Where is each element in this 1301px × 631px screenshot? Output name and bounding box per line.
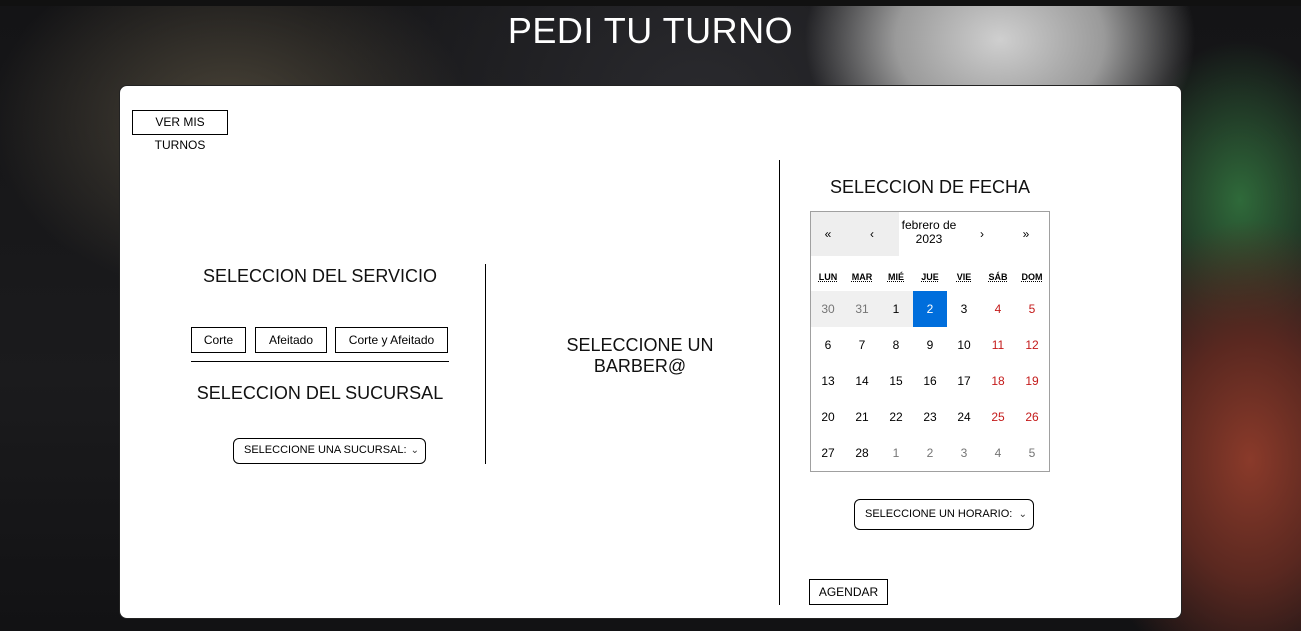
fecha-title: SELECCION DE FECHA [829, 177, 1031, 197]
calendar-day[interactable]: 5 [1015, 291, 1049, 327]
calendar-day[interactable]: 24 [947, 399, 981, 435]
calendar-day[interactable]: 16 [913, 363, 947, 399]
calendar-day[interactable]: 11 [981, 327, 1015, 363]
calendar-day[interactable]: 27 [811, 435, 845, 471]
prev-year-button[interactable]: « [811, 212, 845, 256]
next-month-button[interactable]: › [965, 212, 999, 256]
calendar-day[interactable]: 13 [811, 363, 845, 399]
calendar-week: 20 21 22 23 24 25 26 [811, 399, 1049, 435]
month-label[interactable]: febrero de 2023 [899, 218, 959, 246]
calendar-day[interactable]: 3 [947, 435, 981, 471]
calendar-week: 30 31 1 2 3 4 5 [811, 291, 1049, 327]
ver-mis-turnos-button[interactable]: VER MIS TURNOS [132, 110, 228, 152]
calendar-day[interactable]: 15 [879, 363, 913, 399]
booking-card: VER MIS TURNOS SELECCION DEL SERVICIO Co… [119, 85, 1182, 619]
calendar-day[interactable]: 26 [1015, 399, 1049, 435]
calendar-week: 6 7 8 9 10 11 12 [811, 327, 1049, 363]
weekday-label: MAR [851, 272, 873, 282]
calendar-day[interactable]: 9 [913, 327, 947, 363]
agendar-button[interactable]: AGENDAR [809, 579, 888, 605]
prev-month-button[interactable]: ‹ [845, 212, 899, 256]
calendar-day[interactable]: 23 [913, 399, 947, 435]
calendar-day[interactable]: 8 [879, 327, 913, 363]
calendar-day[interactable]: 30 [811, 291, 845, 327]
calendar-day[interactable]: 4 [981, 435, 1015, 471]
weekday-label: VIE [956, 272, 972, 282]
calendar-day[interactable]: 25 [981, 399, 1015, 435]
horario-select-value: SELECCIONE UN HORARIO: [865, 508, 1013, 520]
calendar-day[interactable]: 3 [947, 291, 981, 327]
column-divider-right [779, 160, 780, 605]
servicio-title: SELECCION DEL SERVICIO [202, 266, 438, 286]
calendar-day[interactable]: 21 [845, 399, 879, 435]
calendar-day[interactable]: 1 [879, 291, 913, 327]
weekday-label: MIÉ [887, 272, 904, 282]
weekday-label: JUE [921, 272, 939, 282]
calendar-days: 30 31 1 2 3 4 5 6 7 8 9 10 11 12 13 14 1… [811, 291, 1049, 471]
calendar-day[interactable]: 14 [845, 363, 879, 399]
calendar-day[interactable]: 10 [947, 327, 981, 363]
calendar-day[interactable]: 7 [845, 327, 879, 363]
calendar-day[interactable]: 6 [811, 327, 845, 363]
calendar-day[interactable]: 31 [845, 291, 879, 327]
weekday-header: LUN MAR MIÉ JUE VIE SÁB DOM [811, 272, 1049, 286]
calendar-day[interactable]: 12 [1015, 327, 1049, 363]
calendar-day[interactable]: 17 [947, 363, 981, 399]
service-corte-button[interactable]: Corte [191, 327, 246, 353]
calendar-navigation: « ‹ febrero de 2023 › » [811, 212, 1049, 256]
chevron-down-icon: ⌄ [410, 445, 419, 456]
sucursal-title: SELECCION DEL SUCURSAL [196, 383, 444, 403]
weekday-label: SÁB [988, 272, 1008, 282]
horario-select[interactable]: SELECCIONE UN HORARIO: ⌄ [854, 499, 1034, 530]
service-afeitado-button[interactable]: Afeitado [255, 327, 327, 353]
calendar-day[interactable]: 5 [1015, 435, 1049, 471]
calendar-day[interactable]: 19 [1015, 363, 1049, 399]
column-divider-left [485, 264, 486, 464]
weekday-label: DOM [1021, 272, 1043, 282]
chevron-down-icon: ⌄ [1018, 509, 1027, 520]
weekday-label: LUN [818, 272, 838, 282]
barber-title: SELECCIONE UN BARBER@ [566, 335, 714, 376]
service-corte-y-afeitado-button[interactable]: Corte y Afeitado [335, 327, 448, 353]
calendar-day[interactable]: 22 [879, 399, 913, 435]
sucursal-select-value: SELECCIONE UNA SUCURSAL: [244, 444, 407, 456]
service-divider [191, 361, 449, 362]
calendar-week: 27 28 1 2 3 4 5 [811, 435, 1049, 471]
top-band [0, 0, 1301, 6]
calendar: « ‹ febrero de 2023 › » LUN MAR MIÉ JUE … [810, 211, 1050, 472]
calendar-day[interactable]: 4 [981, 291, 1015, 327]
calendar-day[interactable]: 20 [811, 399, 845, 435]
next-year-button[interactable]: » [1009, 212, 1043, 256]
calendar-week: 13 14 15 16 17 18 19 [811, 363, 1049, 399]
page-title: PEDI TU TURNO [507, 10, 794, 51]
calendar-day[interactable]: 28 [845, 435, 879, 471]
calendar-day[interactable]: 18 [981, 363, 1015, 399]
calendar-day-selected[interactable]: 2 [913, 291, 947, 327]
calendar-day[interactable]: 1 [879, 435, 913, 471]
calendar-day[interactable]: 2 [913, 435, 947, 471]
sucursal-select[interactable]: SELECCIONE UNA SUCURSAL: ⌄ [233, 438, 426, 464]
